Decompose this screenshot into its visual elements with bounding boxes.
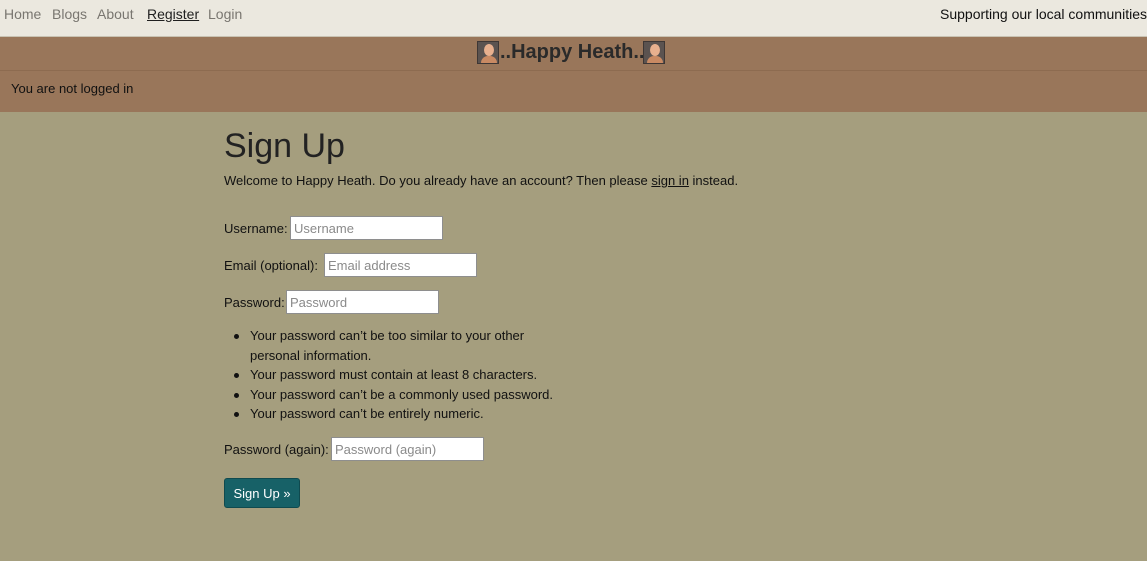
password-input[interactable] [286,290,439,314]
site-banner: ..Happy Heath.. You are not logged in [0,37,1147,112]
intro-text-before: Welcome to Happy Heath. Do you already h… [224,173,652,188]
email-label: Email (optional): [224,258,318,273]
password-requirement-item: Your password must contain at least 8 ch… [234,365,570,385]
avatar-icon [643,41,665,64]
password-label: Password: [224,295,285,310]
page-title: Sign Up [224,127,345,165]
site-title: ..Happy Heath.. [500,41,645,63]
nav-link-blogs[interactable]: Blogs [52,6,87,22]
username-label: Username: [224,221,288,236]
top-navigation-bar: Home Blogs About Register Login Supporti… [0,0,1147,37]
banner-title-row: ..Happy Heath.. [0,37,1147,71]
nav-link-home[interactable]: Home [4,6,41,22]
password-requirement-item: Your password can’t be entirely numeric. [234,404,570,424]
username-input[interactable] [290,216,443,240]
site-tagline: Supporting our local communities [940,6,1147,22]
nav-link-login[interactable]: Login [208,6,242,22]
password-requirement-item: Your password can’t be too similar to yo… [234,326,570,365]
nav-link-about[interactable]: About [97,6,134,22]
sign-up-button[interactable]: Sign Up » [224,478,300,508]
password-again-label: Password (again): [224,442,329,457]
avatar-icon [477,41,499,64]
intro-text-after: instead. [688,173,739,188]
password-requirement-item: Your password can’t be a commonly used p… [234,385,570,405]
login-status: You are not logged in [11,81,134,96]
email-input[interactable] [324,253,477,277]
sign-in-link[interactable]: sign in [651,173,689,188]
password-again-input[interactable] [331,437,484,461]
password-requirements-list: Your password can’t be too similar to yo… [234,326,570,424]
intro-text: Welcome to Happy Heath. Do you already h… [224,173,738,188]
nav-link-register[interactable]: Register [147,6,199,22]
